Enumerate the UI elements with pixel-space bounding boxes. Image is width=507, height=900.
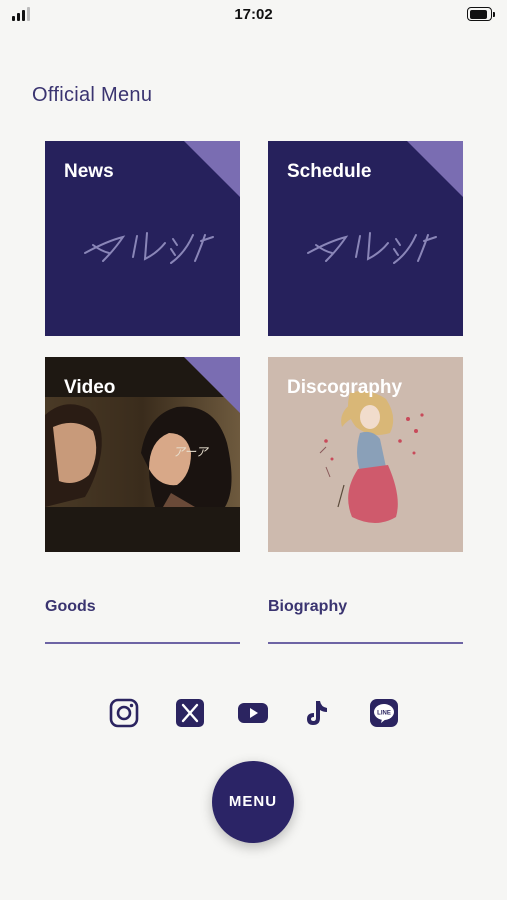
youtube-icon[interactable] xyxy=(236,696,270,730)
schedule-tile[interactable]: Schedule xyxy=(268,141,463,336)
video-tile-label: Video xyxy=(64,377,116,398)
instagram-icon[interactable] xyxy=(107,696,141,730)
discography-tile[interactable]: Discography xyxy=(268,357,463,552)
biography-link-label: Biography xyxy=(268,598,348,615)
video-caption: アーア xyxy=(173,445,208,459)
corner-accent xyxy=(184,357,240,413)
marushii-logo-icon xyxy=(307,232,437,264)
status-time: 17:02 xyxy=(234,6,273,23)
menu-button[interactable]: MENU xyxy=(212,761,294,843)
video-tile[interactable]: Video アーア xyxy=(45,357,240,552)
line-icon-text: LINE xyxy=(377,711,391,717)
x-icon[interactable] xyxy=(173,696,207,730)
tiktok-icon[interactable] xyxy=(301,696,335,730)
status-bar: 17:02 xyxy=(0,0,507,30)
page-title: Official Menu xyxy=(32,84,153,106)
marushii-logo-icon xyxy=(84,232,214,264)
discography-tile-label: Discography xyxy=(287,377,403,398)
goods-link[interactable]: Goods xyxy=(45,598,240,644)
biography-link[interactable]: Biography xyxy=(268,598,463,644)
line-icon[interactable]: LINE xyxy=(367,696,401,730)
goods-link-label: Goods xyxy=(45,598,96,615)
battery-icon xyxy=(467,7,495,21)
news-tile[interactable]: News xyxy=(45,141,240,336)
